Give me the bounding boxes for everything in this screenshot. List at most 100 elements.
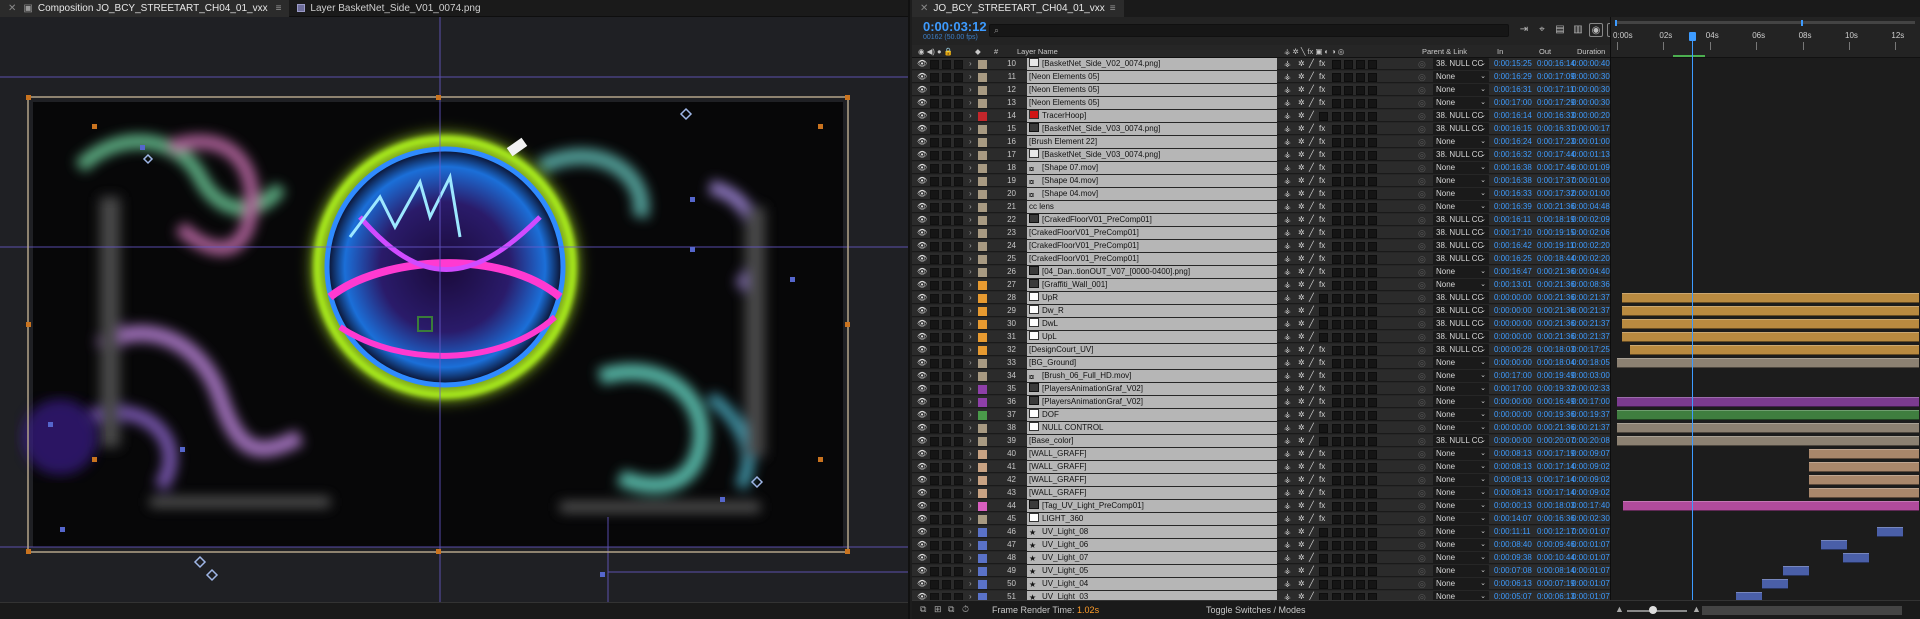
pick-whip-icon[interactable]: ◎ (1418, 318, 1426, 330)
effects-switch-icon[interactable]: fx (1319, 253, 1325, 265)
adjustment-switch[interactable] (1356, 215, 1365, 225)
label-color-swatch[interactable] (978, 319, 987, 329)
work-area-bar[interactable] (1673, 55, 1705, 57)
lock-toggle[interactable] (954, 254, 963, 264)
lock-toggle[interactable] (954, 345, 963, 355)
audio-toggle[interactable] (930, 488, 939, 498)
collapse-switch-icon[interactable]: ✲ (1298, 448, 1305, 460)
duration-time[interactable]: 0:00:02:33 (1572, 383, 1610, 395)
out-time[interactable]: 0:00:16:31 (1537, 123, 1575, 135)
motion-blur-switch[interactable] (1344, 332, 1353, 342)
solo-toggle[interactable] (942, 124, 951, 134)
label-color-swatch[interactable] (978, 254, 987, 264)
parent-dropdown[interactable]: None ⌄ (1433, 370, 1489, 382)
motion-blur-switch[interactable] (1344, 137, 1353, 147)
out-time[interactable]: 0:00:12:17 (1537, 526, 1575, 538)
layer-name[interactable]: ⧇ [Shape 04.mov] (1027, 175, 1277, 187)
in-time[interactable]: 0:00:06:13 (1494, 578, 1532, 590)
motion-blur-switch[interactable] (1344, 202, 1353, 212)
out-time[interactable]: 0:00:17:14 (1537, 474, 1575, 486)
out-time[interactable]: 0:00:18:44 (1537, 253, 1575, 265)
layer-name[interactable]: ★ UV_Light_04 (1027, 578, 1277, 590)
3d-layer-switch[interactable] (1368, 59, 1377, 69)
effects-switch-icon[interactable]: fx (1319, 71, 1325, 83)
neon-ball[interactable] (305, 127, 585, 407)
layer-name[interactable]: [BasketNet_Side_V02_0074.png] (1027, 58, 1277, 70)
label-color-swatch[interactable] (978, 228, 987, 238)
shy-switch-icon[interactable]: ⚶ (1284, 539, 1291, 551)
shy-switch-icon[interactable]: ⚶ (1284, 110, 1291, 122)
shy-switch-icon[interactable]: ⚶ (1284, 409, 1291, 421)
in-time[interactable]: 0:00:08:13 (1494, 461, 1532, 473)
layer-row[interactable]: 👁 › 11 [Neon Elements 05] ⚶ ✲ ╱ fx ◎ None ⌄ 0:00:16… (912, 71, 1610, 84)
quality-switch-icon[interactable]: ╱ (1309, 318, 1314, 330)
duration-time[interactable]: 0:00:02:30 (1572, 513, 1610, 525)
shy-switch-icon[interactable]: ⚶ (1284, 97, 1291, 109)
adjustment-switch[interactable] (1356, 332, 1365, 342)
parent-dropdown[interactable]: None ⌄ (1433, 552, 1489, 564)
effects-switch[interactable] (1319, 293, 1328, 303)
in-time[interactable]: 0:00:16:29 (1494, 71, 1532, 83)
pick-whip-icon[interactable]: ◎ (1418, 188, 1426, 200)
lock-toggle[interactable] (954, 527, 963, 537)
audio-toggle[interactable] (930, 592, 939, 600)
time-navigator[interactable] (1615, 21, 1915, 24)
collapse-switch-icon[interactable]: ✲ (1298, 201, 1305, 213)
label-color-swatch[interactable] (978, 267, 987, 277)
out-time[interactable]: 0:00:19:11 (1537, 240, 1574, 252)
effects-switch-icon[interactable]: fx (1319, 513, 1325, 525)
pick-whip-icon[interactable]: ◎ (1418, 409, 1426, 421)
layer-row[interactable]: 👁 › 46 ★ UV_Light_08 ⚶ ✲ ╱ ◎ None ⌄ 0:00:11:11 0:00:… (912, 526, 1610, 539)
pick-whip-icon[interactable]: ◎ (1418, 253, 1426, 265)
frame-blend-switch[interactable] (1332, 514, 1341, 524)
lock-toggle[interactable] (954, 501, 963, 511)
audio-toggle[interactable] (930, 85, 939, 95)
layer-name[interactable]: cc lens (1027, 201, 1277, 213)
solo-toggle[interactable] (942, 566, 951, 576)
lock-toggle[interactable] (954, 176, 963, 186)
shy-switch-icon[interactable]: ⚶ (1284, 71, 1291, 83)
expand-chevron-icon[interactable]: › (969, 266, 972, 278)
adjustment-switch[interactable] (1356, 176, 1365, 186)
shy-switch-icon[interactable]: ⚶ (1284, 123, 1291, 135)
lock-toggle[interactable] (954, 514, 963, 524)
frame-blend-switch[interactable] (1332, 540, 1341, 550)
visibility-eye-icon[interactable]: 👁 (917, 240, 927, 252)
adjustment-switch[interactable] (1356, 59, 1365, 69)
solo-toggle[interactable] (942, 345, 951, 355)
in-time[interactable]: 0:00:17:10 (1494, 227, 1532, 239)
expand-chevron-icon[interactable]: › (969, 357, 972, 369)
frame-blend-switch[interactable] (1332, 202, 1341, 212)
frame-blend-switch[interactable] (1332, 267, 1341, 277)
adjustment-switch[interactable] (1356, 436, 1365, 446)
motion-blur-switch[interactable] (1344, 475, 1353, 485)
3d-layer-switch[interactable] (1368, 540, 1377, 550)
frame-blend-switch[interactable] (1332, 293, 1341, 303)
collapse-switch-icon[interactable]: ✲ (1298, 162, 1305, 174)
in-time[interactable]: 0:00:09:38 (1494, 552, 1532, 564)
collapse-switch-icon[interactable]: ✲ (1298, 396, 1305, 408)
layer-name[interactable]: [Brush Element 22] (1027, 136, 1277, 148)
out-time[interactable]: 0:00:21:36 (1537, 305, 1575, 317)
out-time[interactable]: 0:00:17:37 (1537, 175, 1575, 187)
motion-blur-switch[interactable] (1344, 566, 1353, 576)
expand-chevron-icon[interactable]: › (969, 383, 972, 395)
layer-name[interactable]: [Base_color] (1027, 435, 1277, 447)
3d-layer-switch[interactable] (1368, 293, 1377, 303)
expand-chevron-icon[interactable]: › (969, 110, 972, 122)
duration-time[interactable]: 0:00:04:40 (1572, 266, 1610, 278)
layer-row[interactable]: 👁 › 30 DwL ⚶ ✲ ╱ ◎ 38. NULL CC ⌄ 0:00:00:00 0:00:21… (912, 318, 1610, 331)
shy-switch-icon[interactable]: ⚶ (1284, 357, 1291, 369)
label-color-swatch[interactable] (978, 202, 987, 212)
duration-time[interactable]: 0:00:21:37 (1572, 331, 1610, 343)
in-out-toggle-icon[interactable]: ⏱ (962, 604, 969, 615)
quality-switch-icon[interactable]: ╱ (1309, 227, 1314, 239)
lock-toggle[interactable] (954, 189, 963, 199)
in-time[interactable]: 0:00:11:11 (1494, 526, 1531, 538)
adjustment-switch[interactable] (1356, 72, 1365, 82)
layer-row[interactable]: 👁 › 12 [Neon Elements 05] ⚶ ✲ ╱ fx ◎ None ⌄ 0:00:16… (912, 84, 1610, 97)
parent-dropdown[interactable]: 38. NULL CC ⌄ (1433, 292, 1489, 304)
visibility-eye-icon[interactable]: 👁 (917, 305, 927, 317)
parent-dropdown[interactable]: None ⌄ (1433, 539, 1489, 551)
expand-chevron-icon[interactable]: › (969, 188, 972, 200)
